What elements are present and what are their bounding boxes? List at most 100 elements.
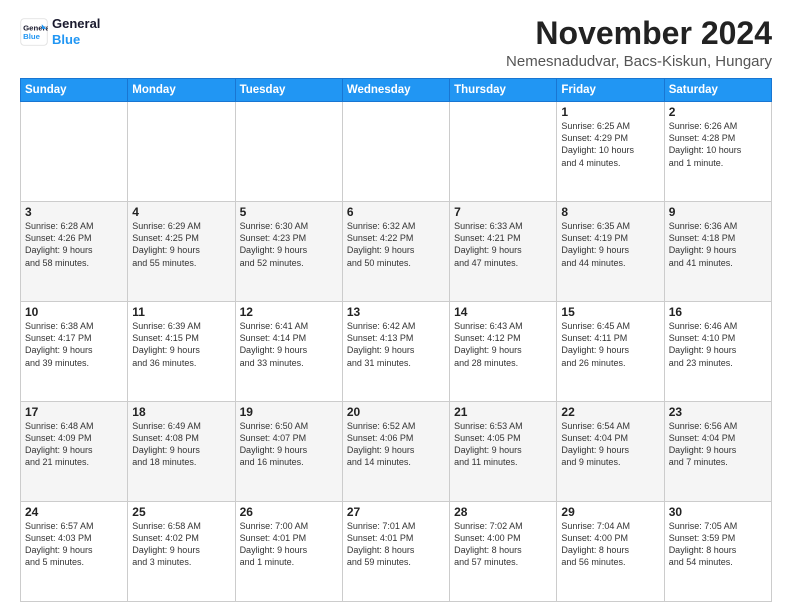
day-info: Sunrise: 6:48 AM Sunset: 4:09 PM Dayligh…: [25, 420, 123, 469]
day-number: 16: [669, 305, 767, 319]
day-info: Sunrise: 6:43 AM Sunset: 4:12 PM Dayligh…: [454, 320, 552, 369]
day-number: 30: [669, 505, 767, 519]
day-info: Sunrise: 6:56 AM Sunset: 4:04 PM Dayligh…: [669, 420, 767, 469]
day-info: Sunrise: 6:33 AM Sunset: 4:21 PM Dayligh…: [454, 220, 552, 269]
calendar-day: 17Sunrise: 6:48 AM Sunset: 4:09 PM Dayli…: [21, 402, 128, 502]
calendar-day: 11Sunrise: 6:39 AM Sunset: 4:15 PM Dayli…: [128, 302, 235, 402]
day-number: 25: [132, 505, 230, 519]
col-wednesday: Wednesday: [342, 79, 449, 102]
calendar-day: 18Sunrise: 6:49 AM Sunset: 4:08 PM Dayli…: [128, 402, 235, 502]
calendar-day: 13Sunrise: 6:42 AM Sunset: 4:13 PM Dayli…: [342, 302, 449, 402]
calendar-day: 4Sunrise: 6:29 AM Sunset: 4:25 PM Daylig…: [128, 202, 235, 302]
day-info: Sunrise: 6:58 AM Sunset: 4:02 PM Dayligh…: [132, 520, 230, 569]
day-info: Sunrise: 6:28 AM Sunset: 4:26 PM Dayligh…: [25, 220, 123, 269]
calendar-day: 12Sunrise: 6:41 AM Sunset: 4:14 PM Dayli…: [235, 302, 342, 402]
day-number: 22: [561, 405, 659, 419]
day-number: 24: [25, 505, 123, 519]
calendar-day: 24Sunrise: 6:57 AM Sunset: 4:03 PM Dayli…: [21, 502, 128, 602]
day-info: Sunrise: 6:54 AM Sunset: 4:04 PM Dayligh…: [561, 420, 659, 469]
day-info: Sunrise: 7:01 AM Sunset: 4:01 PM Dayligh…: [347, 520, 445, 569]
day-number: 8: [561, 205, 659, 219]
calendar-day: 9Sunrise: 6:36 AM Sunset: 4:18 PM Daylig…: [664, 202, 771, 302]
day-info: Sunrise: 6:35 AM Sunset: 4:19 PM Dayligh…: [561, 220, 659, 269]
calendar-day: 22Sunrise: 6:54 AM Sunset: 4:04 PM Dayli…: [557, 402, 664, 502]
day-info: Sunrise: 6:42 AM Sunset: 4:13 PM Dayligh…: [347, 320, 445, 369]
day-number: 17: [25, 405, 123, 419]
calendar-day: 21Sunrise: 6:53 AM Sunset: 4:05 PM Dayli…: [450, 402, 557, 502]
day-number: 29: [561, 505, 659, 519]
calendar-day: 20Sunrise: 6:52 AM Sunset: 4:06 PM Dayli…: [342, 402, 449, 502]
col-sunday: Sunday: [21, 79, 128, 102]
day-info: Sunrise: 6:29 AM Sunset: 4:25 PM Dayligh…: [132, 220, 230, 269]
day-number: 27: [347, 505, 445, 519]
calendar-day: 2Sunrise: 6:26 AM Sunset: 4:28 PM Daylig…: [664, 102, 771, 202]
calendar-week-4: 24Sunrise: 6:57 AM Sunset: 4:03 PM Dayli…: [21, 502, 772, 602]
day-info: Sunrise: 6:30 AM Sunset: 4:23 PM Dayligh…: [240, 220, 338, 269]
logo: General Blue General Blue: [20, 16, 100, 47]
calendar-day: 16Sunrise: 6:46 AM Sunset: 4:10 PM Dayli…: [664, 302, 771, 402]
day-number: 15: [561, 305, 659, 319]
calendar-day: [21, 102, 128, 202]
calendar-day: 26Sunrise: 7:00 AM Sunset: 4:01 PM Dayli…: [235, 502, 342, 602]
day-number: 26: [240, 505, 338, 519]
calendar-day: 28Sunrise: 7:02 AM Sunset: 4:00 PM Dayli…: [450, 502, 557, 602]
day-number: 2: [669, 105, 767, 119]
day-info: Sunrise: 6:32 AM Sunset: 4:22 PM Dayligh…: [347, 220, 445, 269]
calendar-day: 10Sunrise: 6:38 AM Sunset: 4:17 PM Dayli…: [21, 302, 128, 402]
calendar-day: 5Sunrise: 6:30 AM Sunset: 4:23 PM Daylig…: [235, 202, 342, 302]
day-number: 3: [25, 205, 123, 219]
location: Nemesnadudvar, Bacs-Kiskun, Hungary: [506, 53, 772, 70]
day-number: 7: [454, 205, 552, 219]
calendar-day: [342, 102, 449, 202]
day-info: Sunrise: 6:52 AM Sunset: 4:06 PM Dayligh…: [347, 420, 445, 469]
day-number: 10: [25, 305, 123, 319]
col-tuesday: Tuesday: [235, 79, 342, 102]
day-number: 14: [454, 305, 552, 319]
col-monday: Monday: [128, 79, 235, 102]
calendar-day: [450, 102, 557, 202]
month-title: November 2024: [506, 16, 772, 51]
calendar-week-3: 17Sunrise: 6:48 AM Sunset: 4:09 PM Dayli…: [21, 402, 772, 502]
calendar-day: 23Sunrise: 6:56 AM Sunset: 4:04 PM Dayli…: [664, 402, 771, 502]
page: General Blue General Blue November 2024 …: [0, 0, 792, 612]
calendar-day: 3Sunrise: 6:28 AM Sunset: 4:26 PM Daylig…: [21, 202, 128, 302]
day-number: 11: [132, 305, 230, 319]
day-info: Sunrise: 6:38 AM Sunset: 4:17 PM Dayligh…: [25, 320, 123, 369]
logo-blue: Blue: [52, 32, 100, 48]
day-number: 28: [454, 505, 552, 519]
calendar-day: 29Sunrise: 7:04 AM Sunset: 4:00 PM Dayli…: [557, 502, 664, 602]
day-number: 4: [132, 205, 230, 219]
col-friday: Friday: [557, 79, 664, 102]
day-info: Sunrise: 6:41 AM Sunset: 4:14 PM Dayligh…: [240, 320, 338, 369]
day-info: Sunrise: 7:00 AM Sunset: 4:01 PM Dayligh…: [240, 520, 338, 569]
day-info: Sunrise: 6:39 AM Sunset: 4:15 PM Dayligh…: [132, 320, 230, 369]
calendar-header-row: Sunday Monday Tuesday Wednesday Thursday…: [21, 79, 772, 102]
day-number: 23: [669, 405, 767, 419]
day-info: Sunrise: 6:49 AM Sunset: 4:08 PM Dayligh…: [132, 420, 230, 469]
calendar-day: 30Sunrise: 7:05 AM Sunset: 3:59 PM Dayli…: [664, 502, 771, 602]
calendar-day: 25Sunrise: 6:58 AM Sunset: 4:02 PM Dayli…: [128, 502, 235, 602]
day-info: Sunrise: 6:25 AM Sunset: 4:29 PM Dayligh…: [561, 120, 659, 169]
day-info: Sunrise: 7:04 AM Sunset: 4:00 PM Dayligh…: [561, 520, 659, 569]
day-info: Sunrise: 6:45 AM Sunset: 4:11 PM Dayligh…: [561, 320, 659, 369]
calendar-day: 1Sunrise: 6:25 AM Sunset: 4:29 PM Daylig…: [557, 102, 664, 202]
calendar-day: [128, 102, 235, 202]
day-number: 13: [347, 305, 445, 319]
header: General Blue General Blue November 2024 …: [20, 16, 772, 70]
day-info: Sunrise: 6:53 AM Sunset: 4:05 PM Dayligh…: [454, 420, 552, 469]
col-saturday: Saturday: [664, 79, 771, 102]
calendar-day: 15Sunrise: 6:45 AM Sunset: 4:11 PM Dayli…: [557, 302, 664, 402]
calendar-day: [235, 102, 342, 202]
day-info: Sunrise: 6:36 AM Sunset: 4:18 PM Dayligh…: [669, 220, 767, 269]
calendar-day: 6Sunrise: 6:32 AM Sunset: 4:22 PM Daylig…: [342, 202, 449, 302]
svg-text:Blue: Blue: [23, 32, 41, 41]
calendar-day: 14Sunrise: 6:43 AM Sunset: 4:12 PM Dayli…: [450, 302, 557, 402]
day-number: 9: [669, 205, 767, 219]
calendar-day: 27Sunrise: 7:01 AM Sunset: 4:01 PM Dayli…: [342, 502, 449, 602]
day-number: 20: [347, 405, 445, 419]
calendar-day: 19Sunrise: 6:50 AM Sunset: 4:07 PM Dayli…: [235, 402, 342, 502]
logo-icon: General Blue: [20, 18, 48, 46]
day-info: Sunrise: 6:50 AM Sunset: 4:07 PM Dayligh…: [240, 420, 338, 469]
day-info: Sunrise: 6:57 AM Sunset: 4:03 PM Dayligh…: [25, 520, 123, 569]
calendar-day: 8Sunrise: 6:35 AM Sunset: 4:19 PM Daylig…: [557, 202, 664, 302]
